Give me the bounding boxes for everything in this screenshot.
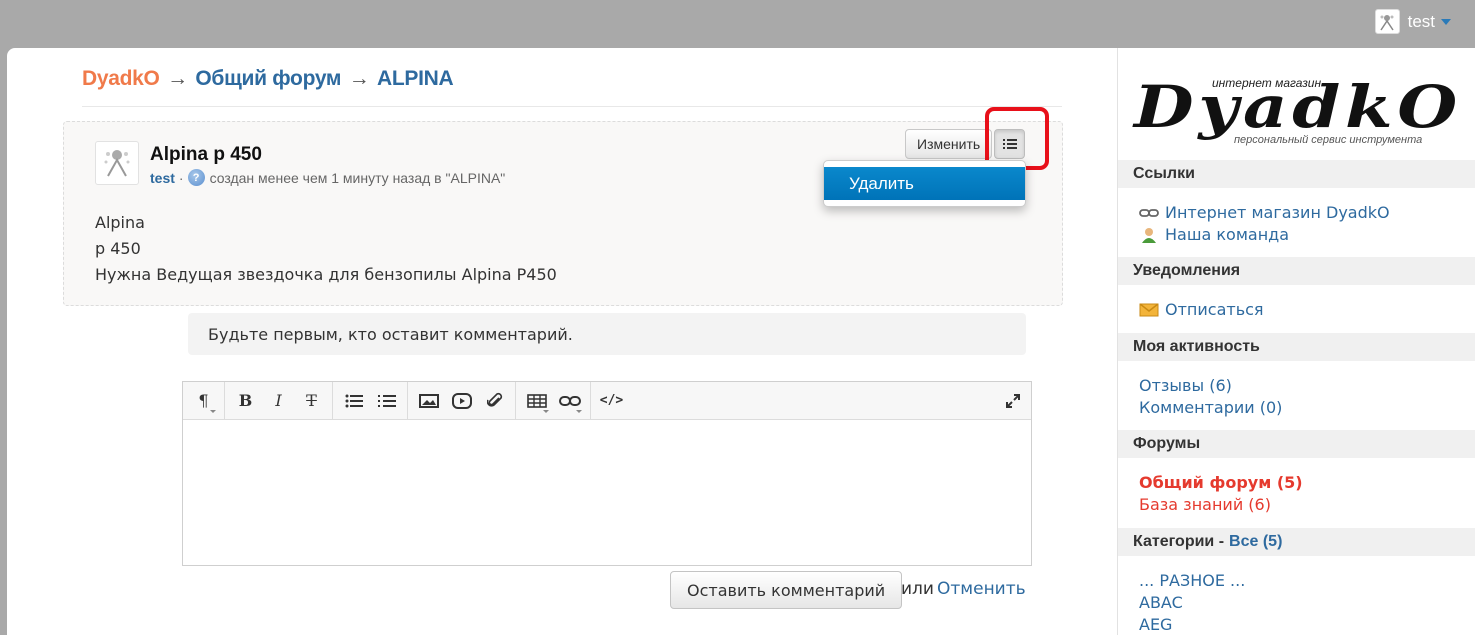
bold-icon[interactable]: B	[229, 386, 262, 416]
category-link[interactable]: AEG	[1139, 615, 1172, 634]
user-group-icon	[1139, 227, 1159, 243]
ordered-list-icon[interactable]	[370, 386, 403, 416]
delete-menu-item[interactable]: Удалить	[824, 167, 1025, 200]
toolbar-group: ¶	[183, 381, 225, 420]
forums-header: Форумы	[1118, 430, 1475, 458]
category-link[interactable]: ABAC	[1139, 593, 1183, 612]
editor-toolbar: ¶ B I T </>	[183, 381, 1031, 420]
toolbar-group: B I T	[225, 381, 333, 420]
topic-meta: test · ? создан менее чем 1 минуту назад…	[150, 169, 505, 186]
author-link[interactable]: test	[150, 170, 175, 186]
divider	[82, 106, 1062, 107]
logo[interactable]: интернет магазин DyadkO персональный сер…	[1126, 70, 1468, 152]
topic-body-line: p 450	[95, 239, 141, 258]
topic-created-text: создан менее чем 1 минуту назад в "ALPIN…	[209, 169, 506, 186]
paragraph-icon[interactable]: ¶	[187, 386, 220, 416]
list-icon	[1002, 139, 1017, 149]
breadcrumb-forum[interactable]: Общий форум	[195, 67, 341, 90]
sidebar-link-team[interactable]: Наша команда	[1139, 225, 1289, 244]
link-icon[interactable]	[553, 386, 586, 416]
edit-button[interactable]: Изменить	[905, 129, 993, 159]
notifications-header: Уведомления	[1118, 257, 1475, 285]
cancel-link[interactable]: Отменить	[937, 579, 1026, 599]
attachment-icon[interactable]	[478, 386, 511, 416]
user-menu[interactable]: test	[1374, 9, 1451, 34]
unordered-list-icon[interactable]	[337, 386, 370, 416]
breadcrumb-separator: →	[167, 67, 188, 90]
help-icon[interactable]: ?	[187, 169, 205, 186]
content-column: DyadkO → Общий форум → ALPINA Alpina p 4…	[7, 48, 1117, 635]
breadcrumb-separator: →	[348, 67, 370, 90]
unsubscribe-link[interactable]: Отписаться	[1139, 300, 1264, 319]
envelope-icon	[1139, 302, 1159, 318]
top-bar: test	[0, 0, 1475, 44]
activity-reviews-link[interactable]: Отзывы (6)	[1139, 376, 1232, 395]
sidebar: интернет магазин DyadkO персональный сер…	[1117, 48, 1475, 635]
sidebar-link-label: Интернет магазин DyadkO	[1165, 203, 1390, 222]
no-comments-notice: Будьте первым, кто оставит комментарий.	[188, 313, 1026, 355]
sidebar-link-shop[interactable]: Интернет магазин DyadkO	[1139, 203, 1390, 222]
forum-knowledge-link[interactable]: База знаний (6)	[1139, 495, 1271, 514]
code-icon[interactable]: </>	[595, 386, 628, 416]
comment-textarea[interactable]	[183, 420, 1031, 565]
category-link[interactable]: ... РАЗНОЕ ...	[1139, 571, 1245, 590]
breadcrumb: DyadkO → Общий форум → ALPINA	[82, 67, 454, 91]
main-panel: DyadkO → Общий форум → ALPINA Alpina p 4…	[7, 48, 1475, 635]
activity-comments-link[interactable]: Комментарии (0)	[1139, 398, 1282, 417]
table-icon[interactable]	[520, 386, 553, 416]
user-avatar	[1374, 9, 1400, 34]
submit-comment-button[interactable]: Оставить комментарий	[670, 571, 903, 609]
categories-title: Категории -	[1133, 533, 1225, 550]
toolbar-group	[408, 381, 516, 420]
topic-body-line: Нужна Ведущая звездочка для бензопилы Al…	[95, 265, 557, 284]
chevron-down-icon	[1441, 18, 1451, 25]
actions-menu-button[interactable]	[994, 129, 1025, 159]
toolbar-group: </>	[591, 382, 632, 420]
comment-editor: ¶ B I T </>	[182, 381, 1032, 566]
actions-dropdown: Удалить	[823, 160, 1026, 207]
topic-title: Alpina p 450	[150, 144, 262, 165]
topic-body: Alpina p 450 Нужна Ведущая звездочка для…	[95, 210, 557, 288]
sidebar-link-label: Наша команда	[1165, 225, 1290, 244]
italic-icon[interactable]: I	[262, 386, 295, 416]
fullscreen-icon[interactable]	[1003, 391, 1023, 411]
sidebar-link-label: Отписаться	[1165, 300, 1264, 319]
author-avatar[interactable]	[95, 141, 139, 185]
chain-link-icon	[1139, 205, 1159, 221]
toolbar-group	[333, 381, 408, 420]
image-icon[interactable]	[412, 386, 445, 416]
categories-header: Категории - Все (5)	[1118, 528, 1475, 556]
breadcrumb-topic[interactable]: ALPINA	[377, 67, 454, 90]
or-text: или	[901, 579, 934, 599]
forum-general-link[interactable]: Общий форум (5)	[1139, 473, 1303, 492]
topic-card: Alpina p 450 test · ? создан менее чем 1…	[63, 107, 1063, 306]
user-name: test	[1407, 11, 1435, 31]
toolbar-group	[516, 381, 591, 420]
breadcrumb-home[interactable]: DyadkO	[82, 67, 160, 90]
categories-all-link[interactable]: Все (5)	[1229, 533, 1282, 551]
video-icon[interactable]	[445, 386, 478, 416]
logo-brand: DyadkO	[1132, 73, 1462, 141]
strikethrough-icon[interactable]: T	[295, 386, 328, 416]
meta-separator: ·	[178, 169, 184, 186]
logo-tagline-bottom: персональный сервис инструмента	[1234, 134, 1422, 146]
links-header: Ссылки	[1118, 160, 1475, 188]
activity-header: Моя активность	[1118, 333, 1475, 361]
topic-body-line: Alpina	[95, 213, 145, 232]
